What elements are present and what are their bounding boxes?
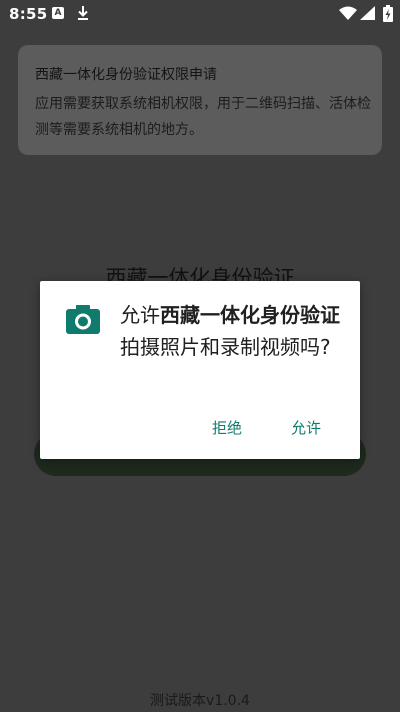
info-card-title: 西藏一体化身份验证权限申请 (35, 67, 217, 83)
dialog-message-suffix: 拍摄照片和录制视频吗? (120, 335, 331, 359)
version-text: 测试版本v1.0.4 (150, 693, 250, 709)
camera-icon (65, 303, 101, 335)
status-time: 8:55 (9, 5, 48, 23)
permission-dialog: 允许西藏一体化身份验证拍摄照片和录制视频吗? 拒绝 允许 (40, 281, 360, 459)
wifi-icon (339, 6, 357, 24)
a-notification-icon: A (52, 7, 64, 19)
dialog-app-name: 西藏一体化身份验证 (160, 303, 340, 327)
status-bar: 8:55 A (0, 0, 400, 28)
signal-icon (360, 6, 375, 24)
info-card-description: 应用需要获取系统相机权限，用于二维码扫描、活体检测等需要系统相机的地方。 (35, 96, 371, 138)
permission-info-card: 西藏一体化身份验证权限申请 应用需要获取系统相机权限，用于二维码扫描、活体检测等… (18, 45, 382, 155)
deny-button[interactable]: 拒绝 (208, 415, 246, 440)
dialog-message-prefix: 允许 (120, 303, 160, 327)
download-icon (76, 5, 90, 25)
allow-button[interactable]: 允许 (287, 415, 325, 440)
dialog-message: 允许西藏一体化身份验证拍摄照片和录制视频吗? (120, 299, 348, 363)
battery-charging-icon (383, 5, 393, 26)
